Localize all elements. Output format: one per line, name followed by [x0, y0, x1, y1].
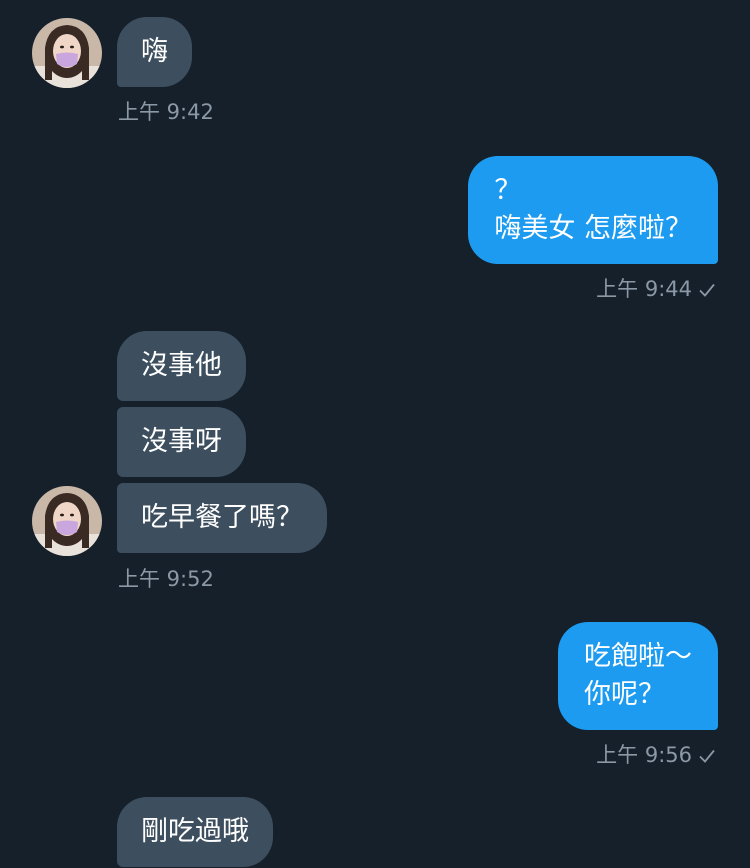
checkmark-icon	[698, 279, 716, 303]
message-timestamp: 上午 9:42	[118, 100, 214, 124]
message-timestamp: 上午 9:56	[596, 743, 692, 767]
message-text-line: 嗨美女 怎麼啦？	[494, 213, 692, 244]
message-status: 上午 9:56	[596, 739, 716, 769]
checkmark-icon	[698, 745, 716, 769]
message-status: 上午 9:44	[596, 273, 716, 303]
message-text: 沒事他	[141, 350, 222, 381]
avatar-image	[32, 18, 102, 88]
incoming-message[interactable]: 嗨	[117, 17, 192, 87]
contact-avatar[interactable]	[32, 486, 102, 556]
avatar-image	[32, 486, 102, 556]
contact-avatar[interactable]	[32, 18, 102, 88]
message-text: 吃早餐了嗎？	[141, 502, 303, 533]
message-text: 嗨	[141, 36, 168, 67]
incoming-message[interactable]: 沒事呀	[117, 407, 246, 477]
outgoing-message[interactable]: 吃飽啦～ 你呢？	[558, 622, 718, 730]
message-text: 剛吃過哦	[141, 816, 249, 847]
message-text: 沒事呀	[141, 426, 222, 457]
message-text-line: 吃飽啦～	[584, 641, 692, 672]
message-text-line: 你呢？	[584, 679, 665, 710]
message-timestamp: 上午 9:52	[118, 567, 214, 591]
message-text-line: ？	[494, 175, 522, 206]
outgoing-message[interactable]: ？ 嗨美女 怎麼啦？	[468, 156, 718, 264]
message-timestamp: 上午 9:44	[596, 277, 692, 301]
incoming-message[interactable]: 剛吃過哦	[117, 797, 273, 867]
incoming-message[interactable]: 吃早餐了嗎？	[117, 483, 327, 553]
incoming-message[interactable]: 沒事他	[117, 331, 246, 401]
chat-thread: 嗨 上午 9:42 ？ 嗨美女 怎麼啦？ 上午 9:44 沒事他 沒事呀 吃早餐…	[0, 0, 750, 868]
